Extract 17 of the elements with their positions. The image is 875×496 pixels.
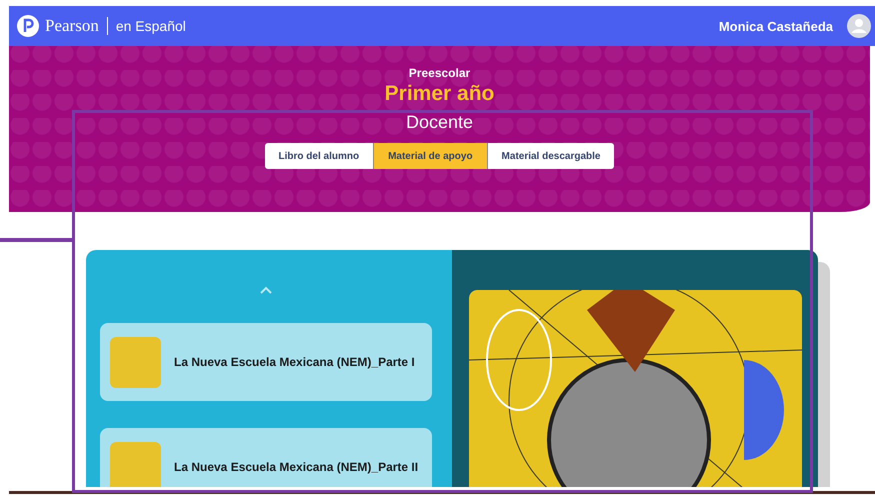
tab[interactable]: Libro del alumno [264, 143, 374, 169]
resource-title: La Nueva Escuela Mexicana (NEM)_Parte II [174, 458, 418, 476]
tab[interactable]: Material de apoyo [374, 143, 488, 169]
avatar-icon[interactable] [847, 14, 871, 38]
grade-title: Primer año [384, 82, 494, 106]
user-name[interactable]: Monica Castañeda [718, 18, 833, 34]
resource-title: La Nueva Escuela Mexicana (NEM)_Parte I [174, 354, 415, 370]
brand-subtitle: en Español [116, 18, 186, 34]
brand-name: Pearson [45, 16, 99, 36]
thumbnail-picture [110, 336, 161, 388]
resource-card[interactable]: La Nueva Escuela Mexicana (NEM)_Parte I [100, 323, 432, 401]
level-label: Preescolar [408, 66, 470, 80]
role-label: Docente [406, 113, 474, 131]
thumbnail-picture [110, 442, 161, 487]
tab[interactable]: Material descargable [488, 143, 614, 169]
logo-icon [17, 15, 39, 37]
resource-card[interactable]: La Nueva Escuela Mexicana (NEM)_Parte II [100, 428, 432, 487]
